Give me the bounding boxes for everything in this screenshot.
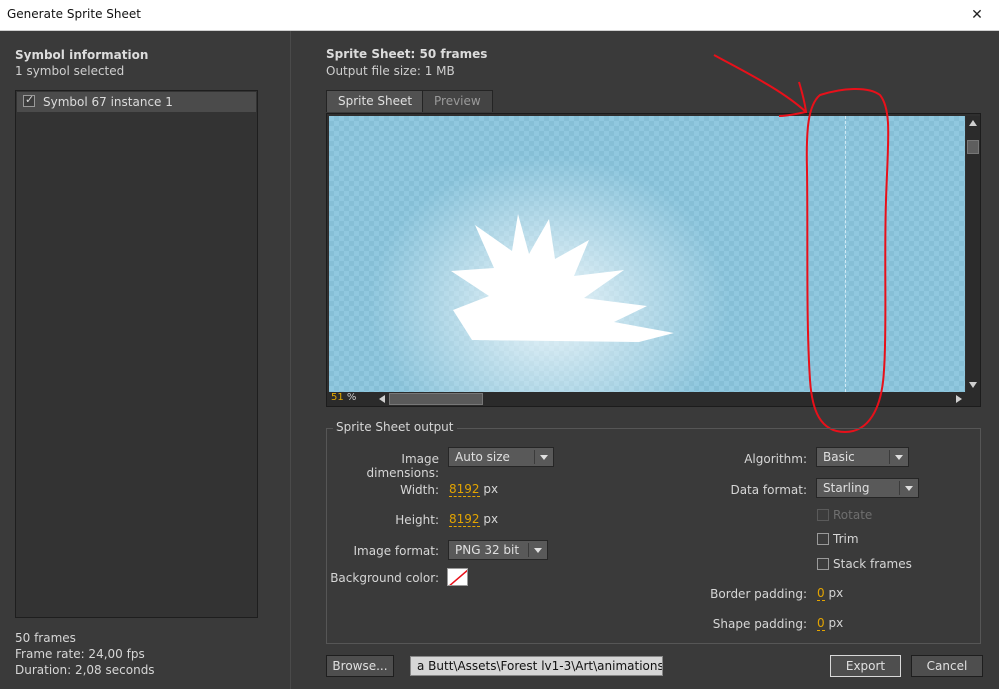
dropdown-separator	[899, 481, 900, 495]
scroll-left-icon[interactable]	[379, 395, 385, 403]
vertical-scroll-thumb[interactable]	[967, 140, 979, 154]
dropdown-separator	[534, 450, 535, 464]
border-padding-unit: px	[828, 586, 844, 600]
shape-padding-unit: px	[828, 616, 844, 630]
image-dimensions-label: Image dimensions:	[366, 452, 439, 480]
background-color-label: Background color:	[330, 571, 439, 585]
height-field[interactable]: 8192 px	[449, 512, 499, 527]
symbol-checkbox[interactable]: ✓	[23, 93, 35, 107]
image-format-select[interactable]: PNG 32 bit	[448, 540, 548, 560]
shape-padding-label: Shape padding:	[712, 617, 807, 631]
data-format-value: Starling	[823, 481, 870, 495]
browse-button[interactable]: Browse...	[326, 655, 394, 677]
algorithm-label: Algorithm:	[744, 452, 807, 466]
image-format-value: PNG 32 bit	[455, 543, 520, 557]
title-bar: Generate Sprite Sheet ✕	[0, 0, 999, 31]
border-padding-label: Border padding:	[710, 587, 807, 601]
frames-count: 50 frames	[15, 631, 76, 645]
height-value[interactable]: 8192	[449, 512, 480, 527]
zoom-unit: %	[346, 392, 357, 403]
zoom-level[interactable]: 51 %	[331, 392, 356, 403]
stack-frames-checkbox[interactable]	[817, 558, 829, 570]
cancel-button[interactable]: Cancel	[911, 655, 983, 677]
rotate-checkbox	[817, 509, 829, 521]
shape-padding-field[interactable]: 0 px	[817, 616, 844, 631]
shape-padding-value[interactable]: 0	[817, 616, 825, 631]
symbol-list-item[interactable]: ✓ Symbol 67 instance 1	[17, 92, 256, 112]
chevron-down-icon	[905, 486, 913, 491]
image-dimensions-select[interactable]: Auto size	[448, 447, 554, 467]
dropdown-separator	[528, 543, 529, 557]
symbol-stats: 50 frames Frame rate: 24,00 fps Duration…	[15, 630, 155, 678]
export-button[interactable]: Export	[830, 655, 901, 677]
chevron-down-icon	[540, 455, 548, 460]
width-field[interactable]: 8192 px	[449, 482, 499, 497]
frame-rate: Frame rate: 24,00 fps	[15, 647, 145, 661]
chevron-down-icon	[534, 548, 542, 553]
close-icon[interactable]: ✕	[966, 4, 988, 26]
border-padding-field[interactable]: 0 px	[817, 586, 844, 601]
dropdown-separator	[889, 450, 890, 464]
horizontal-scroll-thumb[interactable]	[389, 393, 483, 405]
data-format-select[interactable]: Starling	[816, 478, 919, 498]
symbol-info-title: Symbol information	[15, 48, 149, 62]
symbol-selected-count: 1 symbol selected	[15, 64, 125, 78]
height-unit: px	[483, 512, 499, 526]
background-color-swatch[interactable]	[447, 568, 468, 586]
sheet-boundary-line	[845, 116, 846, 392]
tab-preview[interactable]: Preview	[422, 90, 493, 112]
vertical-scrollbar[interactable]	[966, 116, 980, 392]
trim-label[interactable]: Trim	[833, 532, 859, 546]
output-group-title: Sprite Sheet output	[333, 420, 457, 434]
chevron-down-icon	[895, 455, 903, 460]
sprite-preview[interactable]: 51 %	[326, 113, 981, 407]
width-value[interactable]: 8192	[449, 482, 480, 497]
symbol-item-label: Symbol 67 instance 1	[43, 95, 173, 109]
duration: Duration: 2,08 seconds	[15, 663, 155, 677]
border-padding-value[interactable]: 0	[817, 586, 825, 601]
zoom-value[interactable]: 51	[331, 392, 344, 403]
symbol-list[interactable]: ✓ Symbol 67 instance 1	[15, 90, 258, 618]
data-format-label: Data format:	[730, 483, 807, 497]
scroll-down-icon[interactable]	[969, 382, 977, 388]
stack-frames-label[interactable]: Stack frames	[833, 557, 912, 571]
output-path-field[interactable]: a Butt\Assets\Forest lv1-3\Art\animation…	[410, 656, 663, 676]
algorithm-value: Basic	[823, 450, 855, 464]
window-title: Generate Sprite Sheet	[7, 7, 141, 21]
scroll-right-icon[interactable]	[956, 395, 962, 403]
rotate-label: Rotate	[833, 508, 873, 522]
width-unit: px	[483, 482, 499, 496]
sprite-sheet-title: Sprite Sheet: 50 frames	[326, 47, 488, 61]
image-format-label: Image format:	[353, 544, 439, 558]
scroll-up-icon[interactable]	[969, 120, 977, 126]
tab-sprite-sheet[interactable]: Sprite Sheet	[326, 90, 425, 112]
trim-checkbox[interactable]	[817, 533, 829, 545]
output-file-size: Output file size: 1 MB	[326, 64, 455, 78]
checkmark-icon: ✓	[25, 93, 35, 106]
image-dimensions-value: Auto size	[455, 450, 510, 464]
width-label: Width:	[400, 483, 439, 497]
algorithm-select[interactable]: Basic	[816, 447, 909, 467]
preview-canvas[interactable]	[329, 116, 965, 392]
height-label: Height:	[395, 513, 439, 527]
symbol-info-panel: Symbol information 1 symbol selected ✓ S…	[0, 31, 291, 689]
no-color-icon	[449, 569, 467, 585]
starburst-sprite	[451, 214, 674, 342]
horizontal-scrollbar[interactable]: 51 %	[327, 392, 980, 406]
